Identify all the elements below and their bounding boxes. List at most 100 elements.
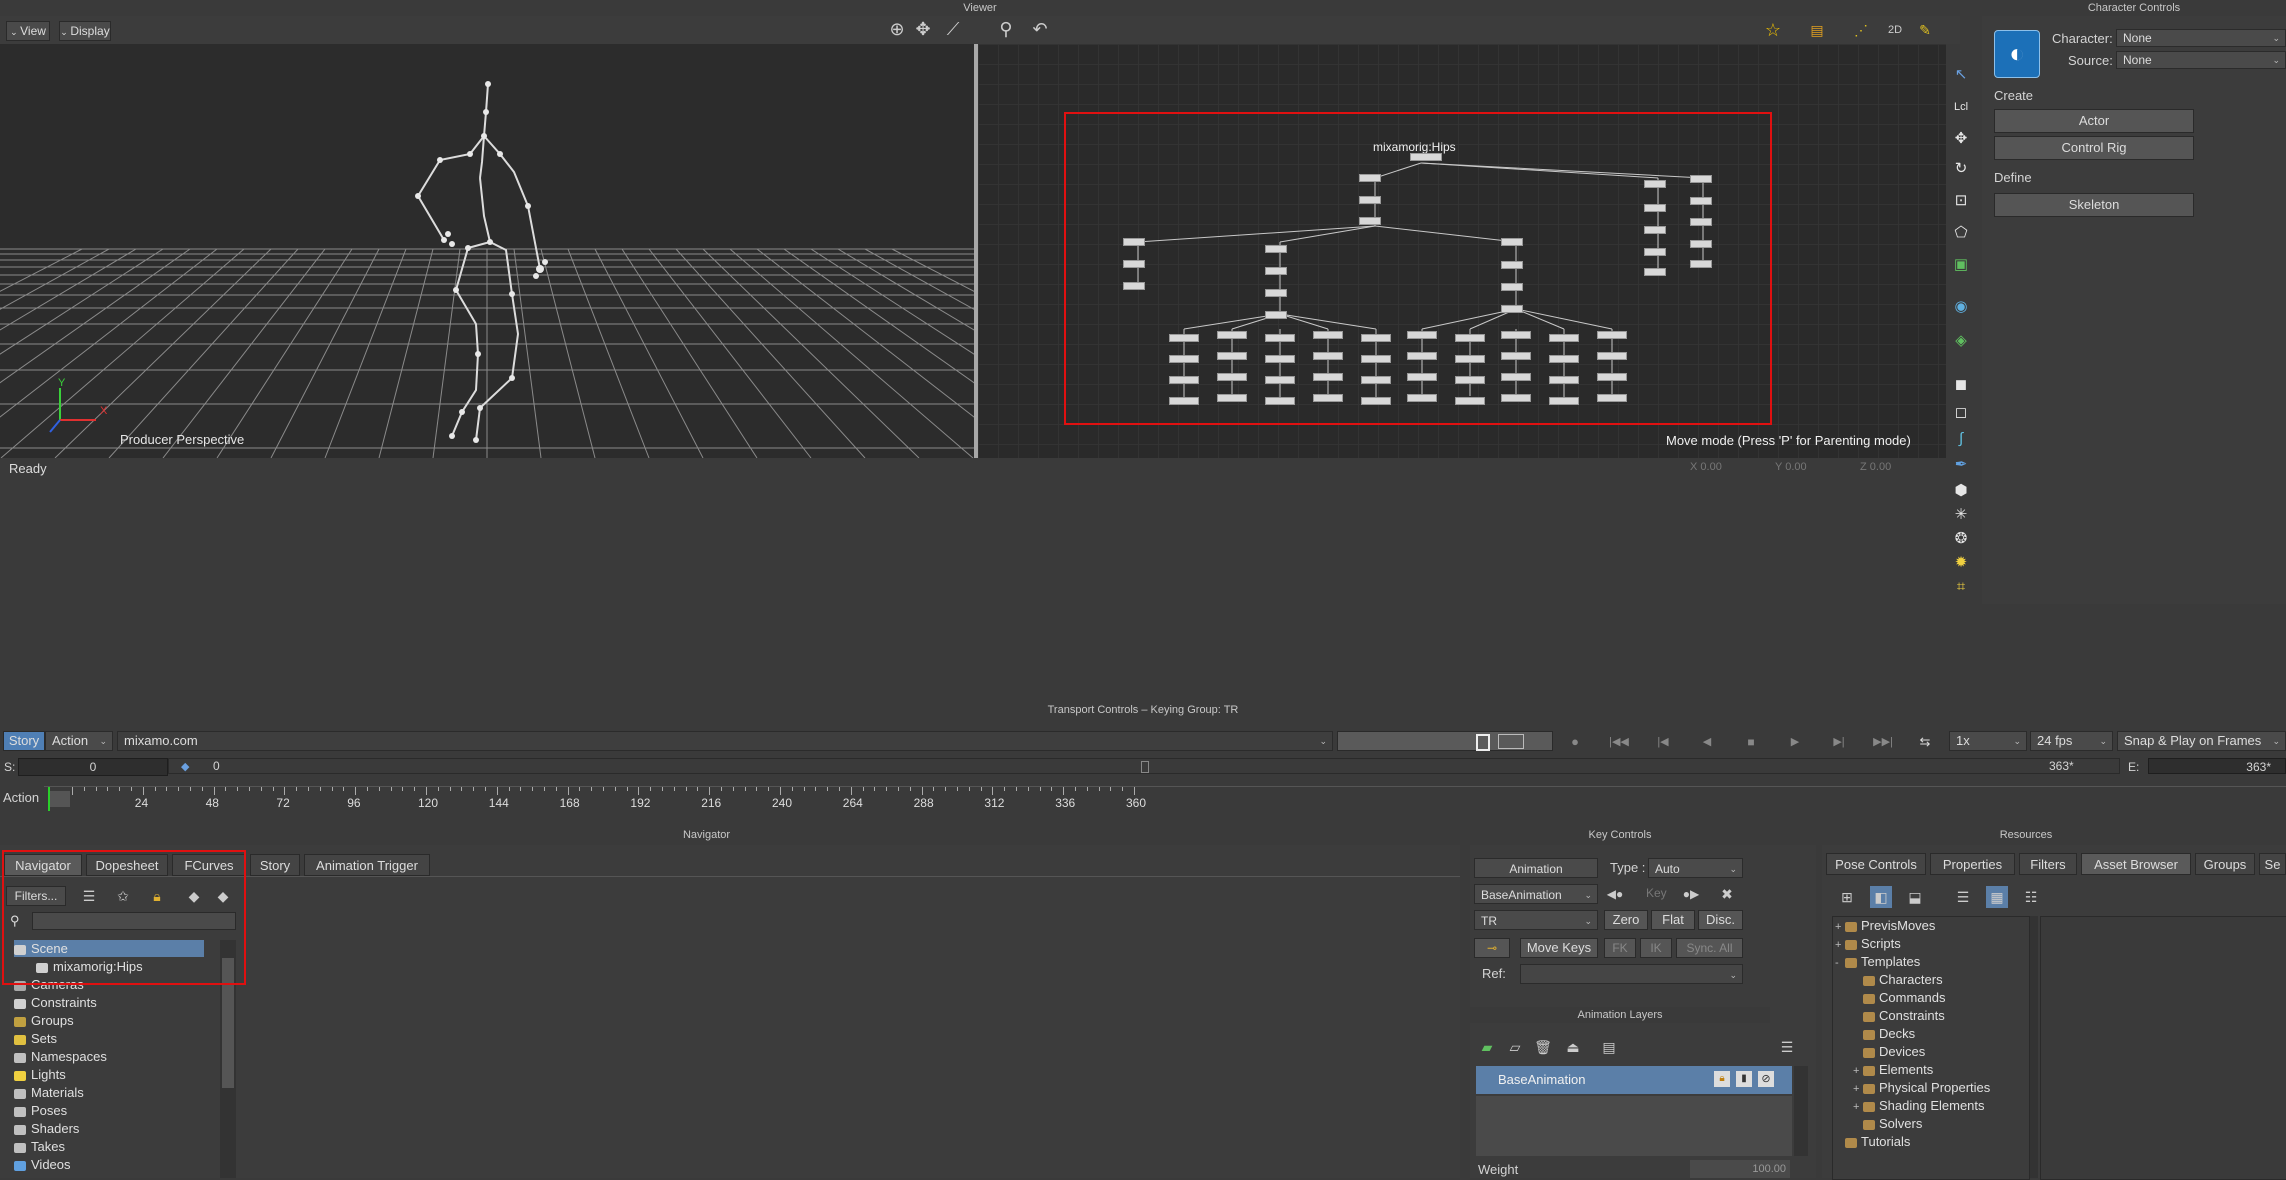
node-right-foot[interactable]	[1690, 218, 1712, 226]
ik-button[interactable]: IK	[1640, 938, 1672, 958]
node-spine[interactable]	[1359, 174, 1381, 182]
expander-icon[interactable]: +	[1835, 919, 1845, 936]
node-left-hand[interactable]	[1265, 311, 1287, 319]
node-finger-7-0[interactable]	[1501, 331, 1531, 339]
node-finger-8-0[interactable]	[1549, 334, 1579, 342]
duplicate-layer-icon[interactable]: ▱	[1504, 1036, 1526, 1058]
joint-icon[interactable]: ✳	[1948, 504, 1974, 526]
node-finger-4-3[interactable]	[1361, 397, 1391, 405]
move-keys-button[interactable]: Move Keys	[1520, 938, 1598, 958]
node-finger-0-0[interactable]	[1169, 334, 1199, 342]
navigator-item[interactable]: Videos	[14, 1156, 71, 1173]
layer-options-icon[interactable]: ▤	[1598, 1036, 1620, 1058]
node-neck[interactable]	[1123, 238, 1145, 246]
navigator-item[interactable]: Constraints	[14, 994, 97, 1011]
loop-icon[interactable]: ⇆	[1914, 731, 1936, 753]
tab-animation-trigger[interactable]: Animation Trigger	[304, 854, 430, 876]
node-finger-0-3[interactable]	[1169, 397, 1199, 405]
resource-item[interactable]: Solvers	[1853, 1115, 1922, 1132]
resource-item[interactable]: Devices	[1853, 1043, 1925, 1060]
navigator-item[interactable]: Namespaces	[14, 1048, 107, 1065]
cube-outline-icon[interactable]: ◻	[1948, 402, 1974, 424]
start-field[interactable]: 0	[18, 758, 168, 776]
layer-lock-icon[interactable]: 🔒︎	[1714, 1071, 1730, 1087]
story-button[interactable]: Story	[3, 731, 45, 751]
node-left-foot[interactable]	[1644, 226, 1666, 234]
select-tool-icon[interactable]: ↖	[1948, 64, 1974, 86]
layer-solo-icon[interactable]: ▮	[1736, 1071, 1752, 1087]
play-back-icon[interactable]: ◀	[1696, 731, 1718, 753]
details-view-icon[interactable]: ☰	[1952, 886, 1974, 908]
tab-filters[interactable]: Filters	[2019, 853, 2077, 875]
node-left-toe[interactable]	[1644, 248, 1666, 256]
node-finger-0-1[interactable]	[1169, 355, 1199, 363]
navigator-item[interactable]: Takes	[14, 1138, 65, 1155]
node-finger-6-1[interactable]	[1455, 355, 1485, 363]
undo-view-icon[interactable]: ↶	[1029, 18, 1051, 40]
control-rig-button[interactable]: Control Rig	[1994, 136, 2194, 160]
node-finger-6-3[interactable]	[1455, 397, 1485, 405]
2d-icon[interactable]: 2D	[1884, 19, 1906, 41]
node-finger-1-0[interactable]	[1217, 331, 1247, 339]
node-finger-1-2[interactable]	[1217, 373, 1247, 381]
camera-icon[interactable]: ▣	[1948, 254, 1974, 276]
merge-layer-icon[interactable]: ⏏	[1562, 1036, 1584, 1058]
fk-button[interactable]: FK	[1604, 938, 1636, 958]
single-view-icon[interactable]	[1476, 734, 1490, 751]
node-finger-7-3[interactable]	[1501, 394, 1531, 402]
goto-start-icon[interactable]: |◀◀	[1608, 731, 1630, 753]
node-finger-7-1[interactable]	[1501, 352, 1531, 360]
node-finger-4-2[interactable]	[1361, 376, 1391, 384]
rotate-icon[interactable]: ↻	[1948, 158, 1974, 180]
add-layer-icon[interactable]: ▰	[1476, 1036, 1498, 1058]
navigator-item[interactable]: Shaders	[14, 1120, 79, 1137]
node-finger-3-0[interactable]	[1313, 331, 1343, 339]
speed-dropdown[interactable]: 1x ⌄	[1949, 731, 2027, 751]
slider-thumb[interactable]	[1141, 761, 1149, 773]
brush-icon[interactable]: ✎	[1914, 19, 1936, 41]
node-right-shoulder[interactable]	[1501, 238, 1523, 246]
node-finger-4-1[interactable]	[1361, 355, 1391, 363]
goto-end-icon[interactable]: ▶▶|	[1872, 731, 1894, 753]
schematic-viewport[interactable]: mixamorig:Hips Move mode (Press 'P' for …	[978, 44, 1946, 458]
navigator-item[interactable]: Lights	[14, 1066, 66, 1083]
sync-all-button[interactable]: Sync. All	[1676, 938, 1743, 958]
node-finger-7-2[interactable]	[1501, 373, 1531, 381]
node-finger-6-2[interactable]	[1455, 376, 1485, 384]
end-field[interactable]: 363*	[2148, 758, 2286, 774]
node-finger-2-2[interactable]	[1265, 376, 1295, 384]
dolly-icon[interactable]: ⟋	[942, 18, 964, 40]
tab-groups[interactable]: Groups	[2195, 853, 2255, 875]
navigator-item[interactable]: Groups	[14, 1012, 74, 1029]
node-finger-3-2[interactable]	[1313, 373, 1343, 381]
resource-item[interactable]: Constraints	[1853, 1007, 1945, 1024]
node-spine1[interactable]	[1359, 196, 1381, 204]
flat-button[interactable]: Flat	[1651, 910, 1695, 930]
actor-button[interactable]: Actor	[1994, 109, 2194, 133]
3d-viewport[interactable]: Y X Producer Perspective	[0, 44, 974, 458]
node-finger-3-3[interactable]	[1313, 394, 1343, 402]
character-logo-icon[interactable]: ◐	[1994, 30, 2040, 78]
node-finger-9-3[interactable]	[1597, 394, 1627, 402]
node-finger-5-2[interactable]	[1407, 373, 1437, 381]
node-left-arm[interactable]	[1265, 267, 1287, 275]
animation-layer-row[interactable]: BaseAnimation 🔒︎ ▮ ⊘	[1476, 1066, 1792, 1094]
node-finger-5-1[interactable]	[1407, 352, 1437, 360]
prev-key-icon[interactable]: |◀	[1652, 731, 1674, 753]
take-dropdown[interactable]: mixamo.com ⌄	[117, 731, 1333, 751]
local-icon[interactable]: Lcl	[1948, 96, 1974, 118]
node-finger-2-1[interactable]	[1265, 355, 1295, 363]
resource-item[interactable]: + PrevisMoves	[1835, 917, 1935, 934]
resource-item[interactable]: Tutorials	[1835, 1133, 1910, 1150]
node-right-upleg[interactable]	[1690, 175, 1712, 183]
timeline-mode-toggle[interactable]	[1337, 731, 1553, 751]
curve-icon[interactable]: ∫	[1948, 428, 1974, 450]
tree-view-icon[interactable]: ⊞	[1836, 886, 1858, 908]
node-right-leg[interactable]	[1690, 197, 1712, 205]
split-vertical-icon[interactable]: ◧	[1870, 886, 1892, 908]
timeline-ruler[interactable]: 24 48 72 96 120 144 168 192 216 240 264 288 312 336 36…	[44, 786, 2286, 811]
navigator-item[interactable]: Materials	[14, 1084, 84, 1101]
tab-se[interactable]: Se	[2259, 853, 2286, 875]
node-right-hand[interactable]	[1501, 305, 1523, 313]
favorite-star-icon[interactable]: ☆	[1762, 19, 1784, 41]
